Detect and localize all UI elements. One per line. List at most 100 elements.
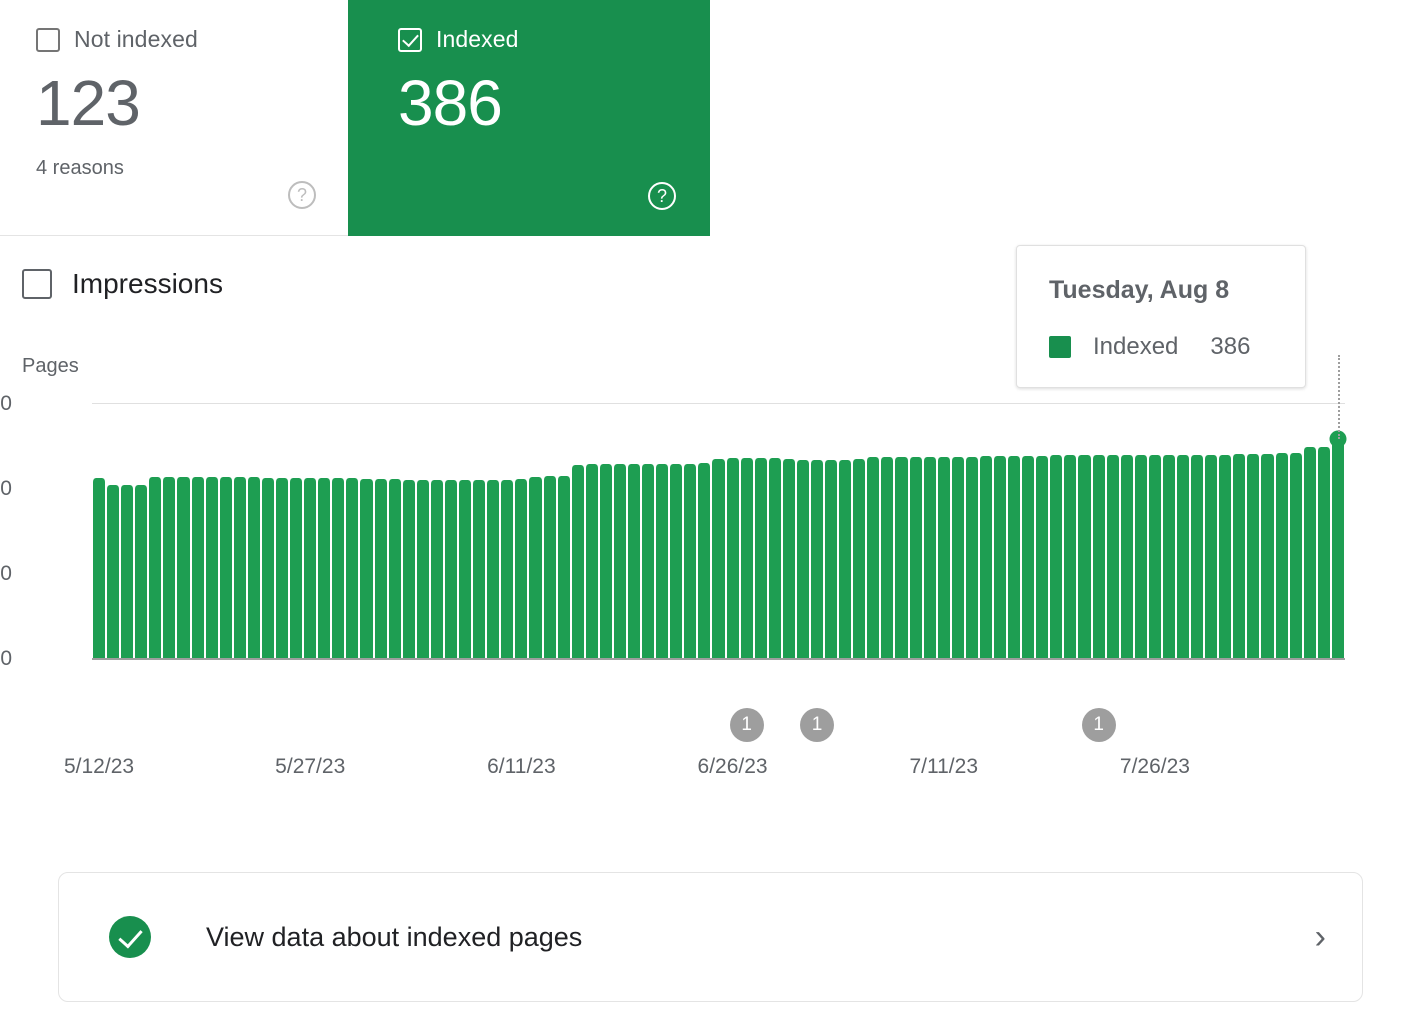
chart-bar[interactable] <box>1176 455 1191 658</box>
chart-bar[interactable] <box>1302 447 1317 658</box>
chart-bar[interactable] <box>725 457 740 658</box>
chart-bar[interactable] <box>1021 456 1036 658</box>
annotation-badge[interactable]: 1 <box>1081 708 1116 742</box>
chart-bar[interactable] <box>1007 456 1022 658</box>
chart-bar[interactable] <box>880 457 895 658</box>
chart-bar[interactable] <box>317 478 332 658</box>
annotation-badge[interactable]: 1 <box>729 708 764 742</box>
chart-bar[interactable] <box>443 479 459 658</box>
chart-bar[interactable] <box>950 457 965 658</box>
chart-bar[interactable] <box>655 463 670 658</box>
chart-bar[interactable] <box>908 457 923 658</box>
chart-bar[interactable] <box>359 478 374 658</box>
chart-bar[interactable] <box>584 464 599 658</box>
chart-bar[interactable] <box>1063 455 1078 658</box>
chart-bar[interactable] <box>232 476 247 658</box>
chart-bar[interactable] <box>458 480 473 658</box>
chart-bar[interactable] <box>1232 454 1247 658</box>
chart-bar[interactable] <box>1105 455 1120 658</box>
chart-bar[interactable] <box>626 464 642 658</box>
chart-bar[interactable] <box>922 457 937 658</box>
chart-plot-area[interactable]: 450 300 150 0 <box>0 355 1347 670</box>
help-icon[interactable]: ? <box>288 181 316 209</box>
chart-bar[interactable] <box>148 476 163 658</box>
chart-bar[interactable] <box>1133 455 1148 658</box>
chart-bar[interactable] <box>781 458 796 658</box>
chart-bar[interactable] <box>1329 430 1347 658</box>
chart-bar[interactable] <box>1077 455 1092 658</box>
impressions-checkbox[interactable] <box>22 269 52 299</box>
chart-bar[interactable] <box>795 459 810 658</box>
chart-bar[interactable] <box>669 463 684 658</box>
chart-bar[interactable] <box>978 456 993 658</box>
chart-bar[interactable] <box>387 478 402 658</box>
chart-bar[interactable] <box>260 477 276 658</box>
chart-bar[interactable] <box>528 476 543 658</box>
help-icon[interactable]: ? <box>648 182 676 210</box>
chart-bar[interactable] <box>486 480 501 658</box>
chart-bar[interactable] <box>134 484 149 658</box>
chart-bar[interactable] <box>190 476 205 658</box>
chart-bar[interactable] <box>472 480 487 658</box>
chart-bar[interactable] <box>401 479 416 658</box>
card-indexed[interactable]: Indexed 386 ? <box>348 0 710 236</box>
chart-bar[interactable] <box>838 459 853 658</box>
chart-bar[interactable] <box>683 463 698 658</box>
chart-bar[interactable] <box>570 465 585 658</box>
chart-bar[interactable] <box>176 476 191 658</box>
chart-bar[interactable] <box>415 479 430 658</box>
chart-bar[interactable] <box>106 484 121 658</box>
chart-bar[interactable] <box>120 485 135 658</box>
card-not-indexed[interactable]: Not indexed 123 4 reasons ? <box>0 0 348 236</box>
chart-bar[interactable] <box>852 458 867 658</box>
chart-bar[interactable] <box>1190 455 1205 658</box>
chart-bar[interactable] <box>1204 455 1219 658</box>
impressions-toggle[interactable]: Impressions <box>22 268 223 300</box>
chart-bar[interactable] <box>1147 455 1162 658</box>
chart-bar[interactable] <box>429 479 444 658</box>
chart-bar[interactable] <box>697 462 712 658</box>
chart-bar[interactable] <box>866 457 881 658</box>
chart-bar[interactable] <box>345 478 360 658</box>
chart-bar[interactable] <box>1035 455 1050 658</box>
view-indexed-pages-card[interactable]: View data about indexed pages › <box>58 872 1363 1002</box>
chart-bar[interactable] <box>1161 455 1177 658</box>
chart-bar[interactable] <box>246 476 261 658</box>
chart-bar[interactable] <box>373 478 388 658</box>
chart-bar[interactable] <box>542 475 557 658</box>
chart-bar[interactable] <box>753 457 768 658</box>
chart-bar[interactable] <box>1288 452 1303 658</box>
chart-bar[interactable] <box>1091 455 1106 658</box>
chart-bar[interactable] <box>767 457 782 658</box>
chart-bar[interactable] <box>711 458 726 658</box>
not-indexed-checkbox[interactable] <box>36 27 60 52</box>
chart-bar[interactable] <box>739 457 754 658</box>
chart-bar[interactable] <box>964 456 979 658</box>
chart-bar[interactable] <box>218 476 233 658</box>
chart-bar[interactable] <box>1274 453 1289 658</box>
annotation-badge[interactable]: 1 <box>800 708 835 742</box>
chart-bar[interactable] <box>936 457 951 658</box>
chart-bar[interactable] <box>598 464 613 658</box>
chevron-right-icon[interactable]: › <box>1315 920 1326 954</box>
chart-bar[interactable] <box>556 475 571 658</box>
chart-bar[interactable] <box>92 477 107 658</box>
chart-bar[interactable] <box>824 459 839 658</box>
chart-bar[interactable] <box>641 464 656 658</box>
chart-bar[interactable] <box>1260 454 1275 658</box>
chart-bar[interactable] <box>331 478 346 658</box>
chart-bar[interactable] <box>204 476 219 658</box>
chart-bar[interactable] <box>612 464 627 658</box>
chart-bar[interactable] <box>809 459 825 658</box>
chart-bar[interactable] <box>500 480 515 658</box>
chart-bar[interactable] <box>1119 455 1134 658</box>
chart-bar[interactable] <box>275 477 290 658</box>
indexed-checkbox[interactable] <box>398 27 422 52</box>
chart-bar[interactable] <box>1316 447 1331 658</box>
chart-bar[interactable] <box>1246 454 1261 658</box>
chart-bar[interactable] <box>514 478 529 658</box>
chart-bar[interactable] <box>894 457 909 658</box>
chart-bar[interactable] <box>289 477 304 658</box>
chart-bar[interactable] <box>1218 454 1233 658</box>
chart-bar[interactable] <box>1049 455 1064 658</box>
